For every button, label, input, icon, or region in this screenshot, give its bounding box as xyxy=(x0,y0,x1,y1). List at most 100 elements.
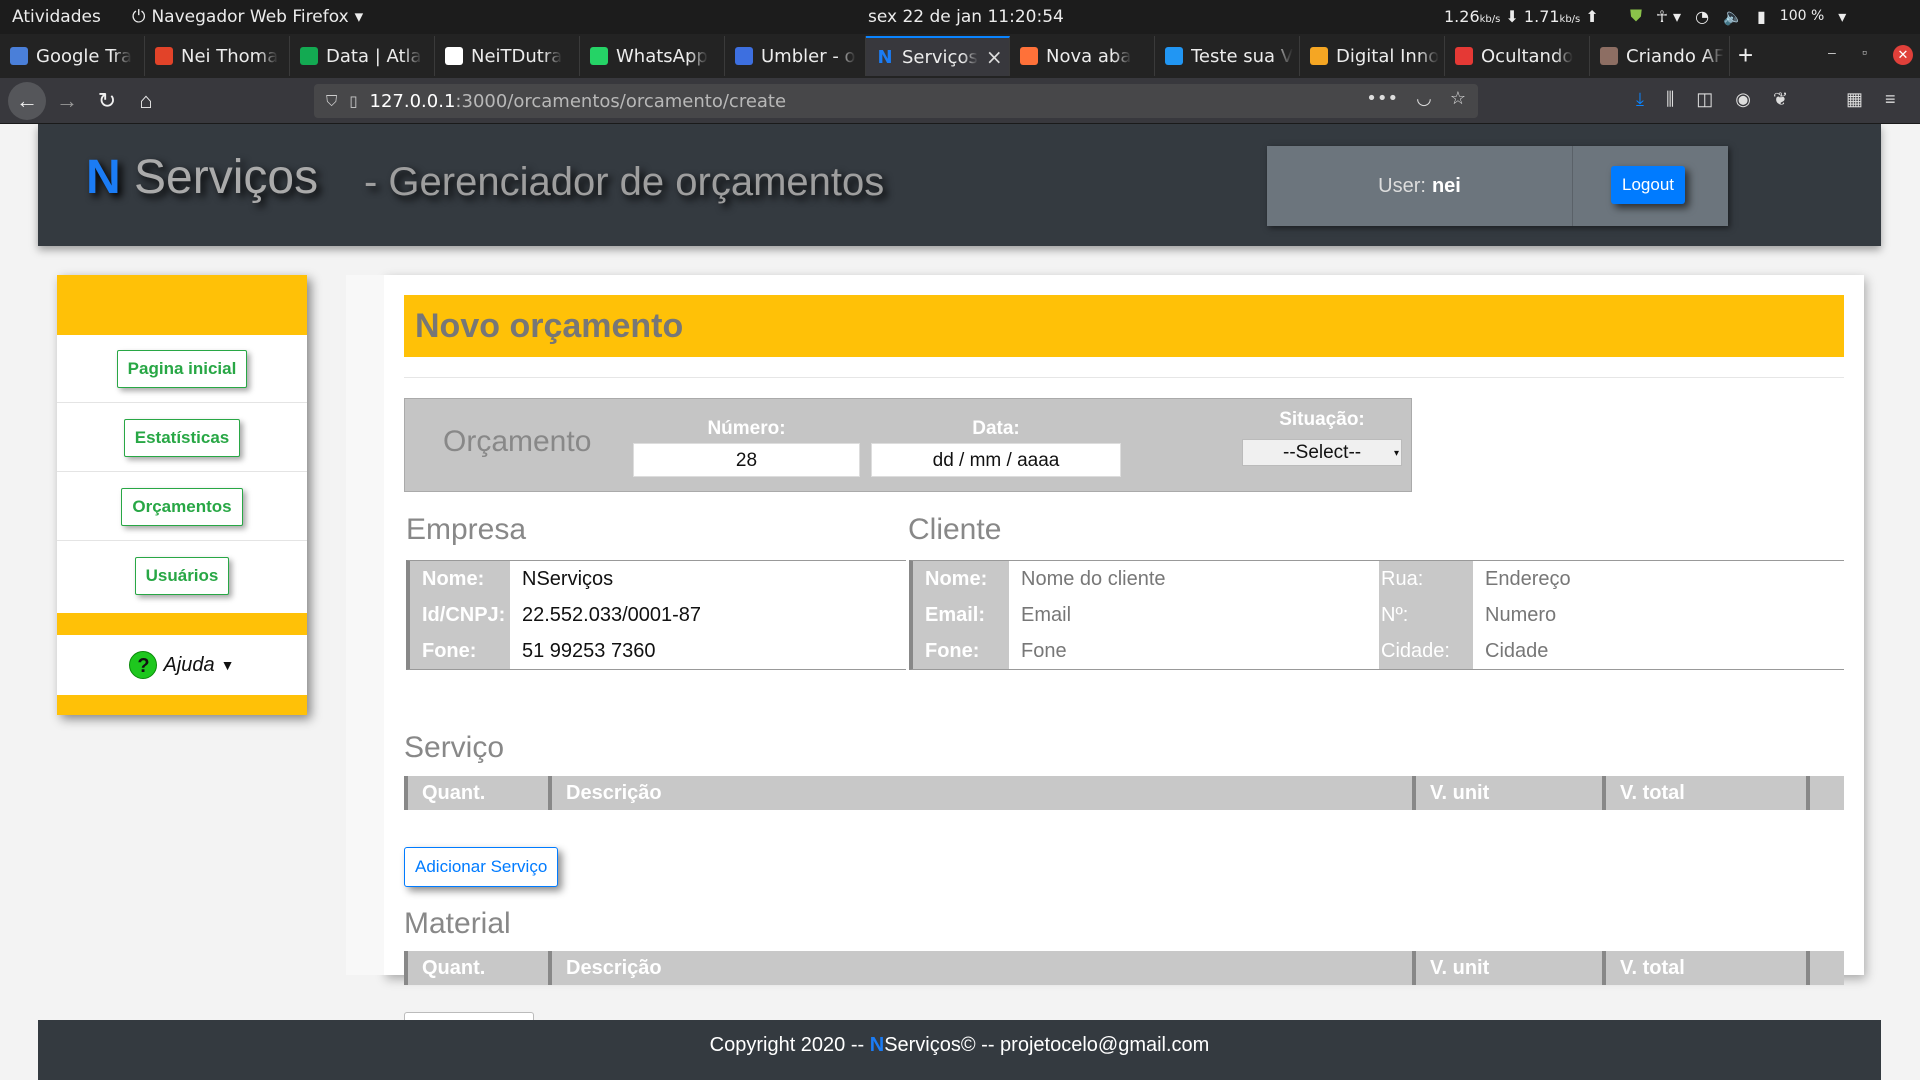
help-dropdown[interactable]: ? Ajuda ▼ xyxy=(57,635,307,695)
digital-innovation-icon xyxy=(1310,47,1328,65)
browser-tab[interactable]: Teste sua V xyxy=(1155,36,1300,76)
bookmark-star-icon[interactable]: ☆ xyxy=(1450,88,1466,109)
power-menu-icon: ▾ xyxy=(1838,6,1847,26)
budget-header-panel: Orçamento Número: 28 Data: dd / mm / aaa… xyxy=(404,398,1412,492)
home-icon[interactable]: ⌂ xyxy=(131,86,161,116)
github-icon xyxy=(445,47,463,65)
add-service-button[interactable]: Adicionar Serviço xyxy=(404,847,559,887)
browser-tab[interactable]: Digital Inno xyxy=(1300,36,1445,76)
form-title-bar: Novo orçamento xyxy=(404,295,1844,357)
tab-label: Teste sua V xyxy=(1191,45,1294,67)
company-table: Nome: NServiços Id/CNPJ: 22.552.033/0001… xyxy=(406,560,906,670)
status-label: Situação: xyxy=(1279,409,1365,430)
back-arrow-icon[interactable]: ← xyxy=(8,82,46,120)
nav-link-home[interactable]: Pagina inicial xyxy=(116,349,248,388)
tab-strip: + – ▫ Google Tra Nei Thoma Data | Atla NeiT… xyxy=(0,34,1920,78)
page-info-icon[interactable]: ▯ xyxy=(349,92,357,110)
pocket-icon[interactable]: ◡ xyxy=(1416,88,1432,109)
number-input[interactable]: 28 xyxy=(633,443,860,477)
forward-arrow-icon[interactable]: → xyxy=(52,86,82,116)
web-page: N Serviços - Gerenciador de orçamentos U… xyxy=(0,124,1920,1080)
url-bar[interactable]: ⛉ ▯ 127.0.0.1:3000/orcamentos/orcamento/… xyxy=(314,84,1478,118)
nav-link-budgets[interactable]: Orçamentos xyxy=(121,487,243,526)
hamburger-menu-icon[interactable]: ≡ xyxy=(1885,89,1896,110)
tab-label: Ocultando xyxy=(1481,45,1574,67)
reload-icon[interactable]: ↻ xyxy=(92,86,122,116)
sidebar-item-orcamentos: Orçamentos xyxy=(57,473,307,541)
extension-icon[interactable]: ❦ xyxy=(1773,89,1788,110)
browser-tab[interactable]: N Serviços × xyxy=(866,36,1010,76)
shield-icon: ⛊ xyxy=(1630,6,1643,25)
navigation-toolbar: ← → ↻ ⌂ ⛉ ▯ 127.0.0.1:3000/orcamentos/or… xyxy=(0,78,1920,124)
tab-label: Criando AF xyxy=(1626,45,1725,67)
material-table-header: Quant. Descrição V. unit V. total xyxy=(404,951,1844,985)
client-name-input[interactable]: Nome do cliente xyxy=(1009,561,1379,597)
budget-form-card: Novo orçamento Orçamento Número: 28 Data… xyxy=(346,275,1864,985)
network-speed: 1.26kb/s ⬇ 1.71kb/s ⬆ xyxy=(1444,7,1599,26)
number-label: Número: xyxy=(707,418,786,439)
client-email-input[interactable]: Email xyxy=(1009,597,1379,633)
whatsapp-icon xyxy=(590,47,608,65)
company-cnpj-value[interactable]: 22.552.033/0001-87 xyxy=(510,597,906,633)
browser-tab[interactable]: Ocultando xyxy=(1445,36,1590,76)
firefox-power-icon: ⏻ xyxy=(132,7,146,27)
browser-tab[interactable]: Umbler - o xyxy=(725,36,866,76)
article-icon xyxy=(1600,47,1618,65)
browser-tab[interactable]: Data | Atla xyxy=(290,36,435,76)
extensions-puzzle-icon[interactable]: ▦ xyxy=(1846,89,1863,110)
library-icon[interactable]: ⫼ xyxy=(1666,89,1674,110)
tab-label: Umbler - o xyxy=(761,45,856,67)
client-phone-input[interactable]: Fone xyxy=(1009,633,1379,669)
help-question-icon: ? xyxy=(129,651,158,679)
browser-tab[interactable]: NeiTDutra xyxy=(435,36,580,76)
account-icon[interactable]: ◉ xyxy=(1735,89,1751,110)
minimize-button[interactable]: – xyxy=(1828,44,1836,60)
table-row: Id/CNPJ: 22.552.033/0001-87 xyxy=(410,597,906,633)
url-path: :3000/orcamentos/orcamento/create xyxy=(455,90,787,112)
nav-link-users[interactable]: Usuários xyxy=(134,557,230,595)
client-street-input[interactable]: Endereço xyxy=(1473,561,1844,597)
user-panel: User: nei Logout xyxy=(1267,146,1728,226)
page-actions-icon[interactable]: ••• xyxy=(1366,88,1398,109)
system-tray[interactable]: ⛊ ☥ ▾ ◔ 🔈 ▮ 100 % ▾ xyxy=(1630,6,1846,26)
browser-tab[interactable]: Nei Thoma xyxy=(145,36,290,76)
browser-tab[interactable]: WhatsApp xyxy=(580,36,725,76)
company-phone-value[interactable]: 51 99253 7360 xyxy=(510,633,906,669)
date-input[interactable]: dd / mm / aaaa xyxy=(871,443,1121,477)
tab-label: NeiTDutra xyxy=(471,45,563,67)
company-section-title: Empresa xyxy=(406,513,527,546)
browser-tab[interactable]: Criando AF xyxy=(1590,36,1730,76)
downloads-icon[interactable]: ⤓ xyxy=(1636,89,1644,110)
tracking-shield-icon[interactable]: ⛉ xyxy=(326,92,337,110)
tab-label: Nova aba xyxy=(1046,45,1132,67)
table-row: Email: Email Nº: Numero xyxy=(913,597,1844,633)
gitlab-icon xyxy=(155,47,173,65)
browser-tab[interactable]: Nova aba xyxy=(1010,36,1155,76)
window-close-button[interactable]: ✕ xyxy=(1893,45,1913,65)
page-title: Novo orçamento xyxy=(415,307,684,345)
app-header: N Serviços - Gerenciador de orçamentos U… xyxy=(38,124,1881,246)
client-section-title: Cliente xyxy=(908,513,1002,546)
clock[interactable]: sex 22 de jan 11:20:54 xyxy=(868,7,1064,27)
browser-tab[interactable]: Google Tra xyxy=(0,36,145,76)
tab-label: Serviços xyxy=(902,46,978,68)
sidebar-icon[interactable]: ◫ xyxy=(1696,89,1713,110)
restore-button[interactable]: ▫ xyxy=(1862,44,1867,60)
client-number-input[interactable]: Numero xyxy=(1473,597,1844,633)
company-name-value[interactable]: NServiços xyxy=(510,561,906,597)
date-label: Data: xyxy=(972,418,1020,439)
app-menu[interactable]: ⏻ Navegador Web Firefox ▾ xyxy=(132,7,363,27)
logout-button[interactable]: Logout xyxy=(1611,166,1685,204)
help-label: Ajuda xyxy=(163,653,215,676)
activities-button[interactable]: Atividades xyxy=(12,7,101,27)
material-section-title: Material xyxy=(404,907,511,940)
close-tab-icon[interactable]: × xyxy=(986,45,1003,69)
google-translate-icon xyxy=(10,47,28,65)
client-city-input[interactable]: Cidade xyxy=(1473,633,1844,669)
nav-link-statistics[interactable]: Estatísticas xyxy=(123,418,241,457)
brand-logo[interactable]: N Serviços xyxy=(86,150,318,205)
tab-label: Nei Thoma xyxy=(181,45,279,67)
new-tab-button[interactable]: + xyxy=(1738,40,1753,71)
status-select[interactable]: --Select-- ▾ xyxy=(1242,439,1402,466)
sidebar-item-usuarios: Usuários xyxy=(57,542,307,610)
